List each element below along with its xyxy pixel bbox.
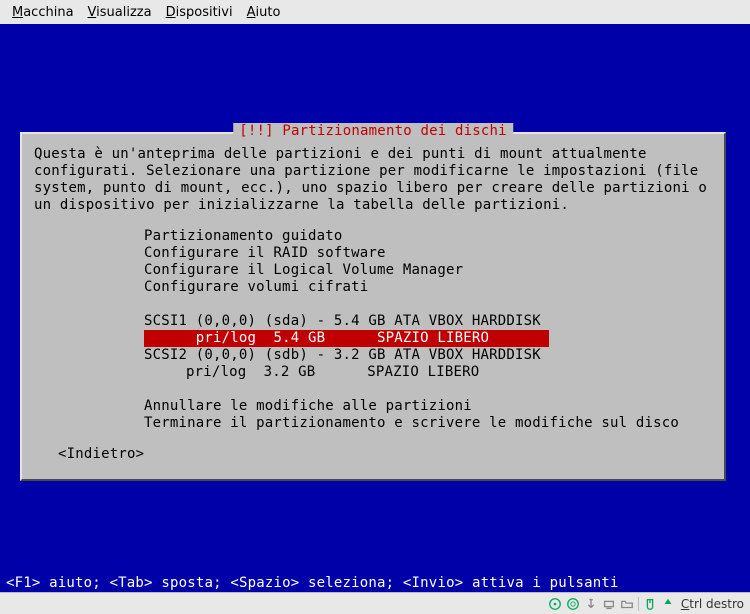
menu-label: isualizza xyxy=(96,5,151,20)
menu-aiuto[interactable]: Aiuto xyxy=(241,3,287,22)
shared-folder-icon xyxy=(620,597,634,611)
partition-line: pri/log 5.4 GB SPAZIO LIBERO xyxy=(144,330,549,347)
menu-dispositivi[interactable]: Dispositivi xyxy=(160,3,239,22)
menu-crypt[interactable]: Configurare volumi cifrati xyxy=(34,279,712,296)
hint-bar: <F1> aiuto; <Tab> sposta; <Spazio> selez… xyxy=(0,574,750,592)
spacer xyxy=(34,381,712,398)
partition-row-sdb-free[interactable]: pri/log 3.2 GB SPAZIO LIBERO xyxy=(34,364,712,381)
menubar: Macchina Visualizza Dispositivi Aiuto xyxy=(0,0,750,24)
installer-screen: [!!] Partizionamento dei dischi Questa è… xyxy=(0,24,750,592)
disk-icon xyxy=(548,597,562,611)
statusbar: Ctrl destro xyxy=(0,592,750,614)
separator xyxy=(638,597,639,611)
menu-guided[interactable]: Partizionamento guidato xyxy=(34,228,712,245)
menu-label: iuto xyxy=(256,5,281,20)
usb-icon xyxy=(584,597,598,611)
disk-header-sdb[interactable]: SCSI2 (0,0,0) (sdb) - 3.2 GB ATA VBOX HA… xyxy=(34,347,712,364)
optical-icon xyxy=(566,597,580,611)
status-icons xyxy=(548,597,675,611)
dialog-description: Questa è un'anteprima delle partizioni e… xyxy=(34,146,712,214)
mouse-icon xyxy=(643,597,657,611)
network-icon xyxy=(602,597,616,611)
keyboard-capture-icon xyxy=(661,597,675,611)
menu-visualizza[interactable]: Visualizza xyxy=(82,3,158,22)
partition-dialog: [!!] Partizionamento dei dischi Questa è… xyxy=(20,132,726,481)
menu-label: ispositivi xyxy=(176,5,233,20)
partition-row-sda-free[interactable]: pri/log 5.4 GB SPAZIO LIBERO xyxy=(34,330,712,347)
partition-menu: Partizionamento guidato Configurare il R… xyxy=(34,228,712,432)
hostkey-label: Ctrl destro xyxy=(681,597,744,611)
menu-undo[interactable]: Annullare le modifiche alle partizioni xyxy=(34,398,712,415)
back-button[interactable]: <Indietro> xyxy=(34,446,712,463)
menu-raid[interactable]: Configurare il RAID software xyxy=(34,245,712,262)
menu-macchina[interactable]: Macchina xyxy=(6,3,80,22)
menu-label: acchina xyxy=(23,5,73,20)
menu-finish[interactable]: Terminare il partizionamento e scrivere … xyxy=(34,415,712,432)
spacer xyxy=(34,296,712,313)
disk-header-sda[interactable]: SCSI1 (0,0,0) (sda) - 5.4 GB ATA VBOX HA… xyxy=(34,313,712,330)
menu-lvm[interactable]: Configurare il Logical Volume Manager xyxy=(34,262,712,279)
dialog-title: [!!] Partizionamento dei dischi xyxy=(233,123,513,140)
